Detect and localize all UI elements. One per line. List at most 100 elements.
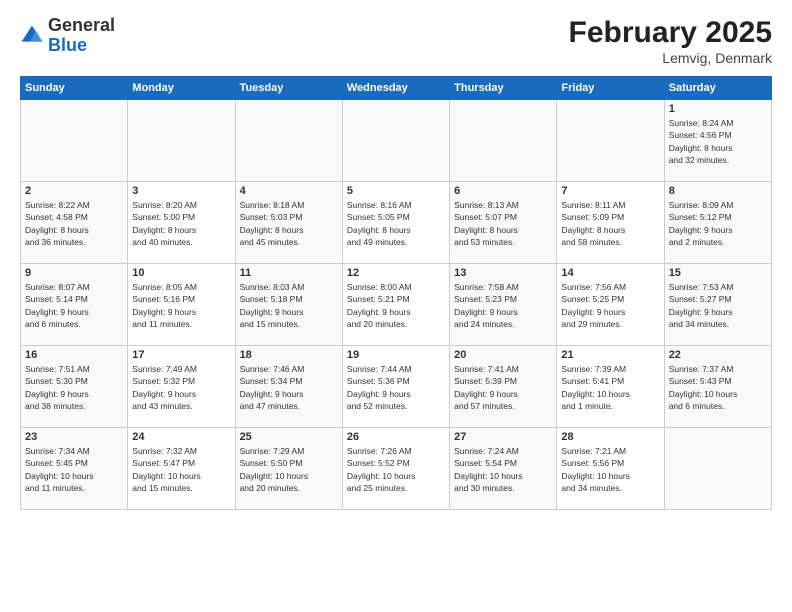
table-row: 26 Sunrise: 7:26 AM Sunset: 5:52 PM Dayli… bbox=[342, 428, 449, 510]
table-row: 18 Sunrise: 7:46 AM Sunset: 5:34 PM Dayli… bbox=[235, 346, 342, 428]
table-row: 11 Sunrise: 8:03 AM Sunset: 5:18 PM Dayli… bbox=[235, 264, 342, 346]
table-row: 21 Sunrise: 7:39 AM Sunset: 5:41 PM Dayli… bbox=[557, 346, 664, 428]
calendar-subtitle: Lemvig, Denmark bbox=[569, 50, 772, 66]
day-number: 17 bbox=[132, 349, 230, 361]
col-sunday: Sunday bbox=[21, 77, 128, 100]
col-monday: Monday bbox=[128, 77, 235, 100]
day-info: Sunrise: 7:39 AM Sunset: 5:41 PM Dayligh… bbox=[561, 363, 659, 412]
day-number: 12 bbox=[347, 267, 445, 279]
day-info: Sunrise: 7:29 AM Sunset: 5:50 PM Dayligh… bbox=[240, 445, 338, 494]
day-number: 5 bbox=[347, 185, 445, 197]
day-number: 28 bbox=[561, 431, 659, 443]
day-number: 26 bbox=[347, 431, 445, 443]
day-number: 21 bbox=[561, 349, 659, 361]
day-info: Sunrise: 7:51 AM Sunset: 5:30 PM Dayligh… bbox=[25, 363, 123, 412]
table-row: 3Sunrise: 8:20 AM Sunset: 5:00 PM Daylig… bbox=[128, 182, 235, 264]
day-number: 6 bbox=[454, 185, 552, 197]
logo: General Blue bbox=[20, 16, 115, 56]
table-row: 19 Sunrise: 7:44 AM Sunset: 5:36 PM Dayli… bbox=[342, 346, 449, 428]
day-info: Sunrise: 8:09 AM Sunset: 5:12 PM Dayligh… bbox=[669, 199, 767, 248]
day-info: Sunrise: 7:46 AM Sunset: 5:34 PM Dayligh… bbox=[240, 363, 338, 412]
day-number: 19 bbox=[347, 349, 445, 361]
table-row bbox=[21, 100, 128, 182]
day-info: Sunrise: 7:32 AM Sunset: 5:47 PM Dayligh… bbox=[132, 445, 230, 494]
table-row: 28 Sunrise: 7:21 AM Sunset: 5:56 PM Dayli… bbox=[557, 428, 664, 510]
day-info: Sunrise: 8:13 AM Sunset: 5:07 PM Dayligh… bbox=[454, 199, 552, 248]
day-number: 24 bbox=[132, 431, 230, 443]
day-info: Sunrise: 7:53 AM Sunset: 5:27 PM Dayligh… bbox=[669, 281, 767, 330]
day-info: Sunrise: 8:05 AM Sunset: 5:16 PM Dayligh… bbox=[132, 281, 230, 330]
day-number: 18 bbox=[240, 349, 338, 361]
calendar-title: February 2025 bbox=[569, 16, 772, 50]
day-info: Sunrise: 7:24 AM Sunset: 5:54 PM Dayligh… bbox=[454, 445, 552, 494]
table-row: 12Sunrise: 8:00 AM Sunset: 5:21 PM Dayli… bbox=[342, 264, 449, 346]
table-row bbox=[664, 428, 771, 510]
day-info: Sunrise: 8:24 AM Sunset: 4:56 PM Dayligh… bbox=[669, 117, 767, 166]
table-row: 7 Sunrise: 8:11 AM Sunset: 5:09 PM Daylig… bbox=[557, 182, 664, 264]
table-row: 22 Sunrise: 7:37 AM Sunset: 5:43 PM Dayli… bbox=[664, 346, 771, 428]
table-row: 20 Sunrise: 7:41 AM Sunset: 5:39 PM Dayli… bbox=[450, 346, 557, 428]
day-info: Sunrise: 8:03 AM Sunset: 5:18 PM Dayligh… bbox=[240, 281, 338, 330]
table-row: 10 Sunrise: 8:05 AM Sunset: 5:16 PM Dayli… bbox=[128, 264, 235, 346]
day-info: Sunrise: 7:44 AM Sunset: 5:36 PM Dayligh… bbox=[347, 363, 445, 412]
table-row: 14Sunrise: 7:56 AM Sunset: 5:25 PM Dayli… bbox=[557, 264, 664, 346]
table-row: 27 Sunrise: 7:24 AM Sunset: 5:54 PM Dayli… bbox=[450, 428, 557, 510]
day-number: 22 bbox=[669, 349, 767, 361]
day-number: 2 bbox=[25, 185, 123, 197]
table-row: 5 Sunrise: 8:16 AM Sunset: 5:05 PM Daylig… bbox=[342, 182, 449, 264]
col-thursday: Thursday bbox=[450, 77, 557, 100]
logo-blue-text: Blue bbox=[48, 36, 115, 56]
day-number: 8 bbox=[669, 185, 767, 197]
day-number: 15 bbox=[669, 267, 767, 279]
table-row: 1 Sunrise: 8:24 AM Sunset: 4:56 PM Daylig… bbox=[664, 100, 771, 182]
col-friday: Friday bbox=[557, 77, 664, 100]
logo-general-text: General bbox=[48, 16, 115, 36]
table-row bbox=[557, 100, 664, 182]
day-number: 23 bbox=[25, 431, 123, 443]
col-saturday: Saturday bbox=[664, 77, 771, 100]
table-row: 4Sunrise: 8:18 AM Sunset: 5:03 PM Daylig… bbox=[235, 182, 342, 264]
page: General Blue February 2025 Lemvig, Denma… bbox=[0, 0, 792, 612]
day-number: 27 bbox=[454, 431, 552, 443]
day-info: Sunrise: 7:21 AM Sunset: 5:56 PM Dayligh… bbox=[561, 445, 659, 494]
day-number: 3 bbox=[132, 185, 230, 197]
calendar-body: 1 Sunrise: 8:24 AM Sunset: 4:56 PM Daylig… bbox=[21, 100, 772, 510]
title-block: February 2025 Lemvig, Denmark bbox=[569, 16, 772, 66]
header: General Blue February 2025 Lemvig, Denma… bbox=[20, 16, 772, 66]
day-number: 7 bbox=[561, 185, 659, 197]
day-info: Sunrise: 7:56 AM Sunset: 5:25 PM Dayligh… bbox=[561, 281, 659, 330]
day-info: Sunrise: 8:16 AM Sunset: 5:05 PM Dayligh… bbox=[347, 199, 445, 248]
day-info: Sunrise: 7:34 AM Sunset: 5:45 PM Dayligh… bbox=[25, 445, 123, 494]
day-info: Sunrise: 7:37 AM Sunset: 5:43 PM Dayligh… bbox=[669, 363, 767, 412]
table-row: 2 Sunrise: 8:22 AM Sunset: 4:58 PM Daylig… bbox=[21, 182, 128, 264]
table-row bbox=[450, 100, 557, 182]
table-row: 13Sunrise: 7:58 AM Sunset: 5:23 PM Dayli… bbox=[450, 264, 557, 346]
day-number: 1 bbox=[669, 103, 767, 115]
day-info: Sunrise: 8:11 AM Sunset: 5:09 PM Dayligh… bbox=[561, 199, 659, 248]
table-row bbox=[342, 100, 449, 182]
day-info: Sunrise: 7:26 AM Sunset: 5:52 PM Dayligh… bbox=[347, 445, 445, 494]
day-number: 25 bbox=[240, 431, 338, 443]
table-row: 16Sunrise: 7:51 AM Sunset: 5:30 PM Dayli… bbox=[21, 346, 128, 428]
table-row: 15 Sunrise: 7:53 AM Sunset: 5:27 PM Dayli… bbox=[664, 264, 771, 346]
day-info: Sunrise: 8:07 AM Sunset: 5:14 PM Dayligh… bbox=[25, 281, 123, 330]
table-row: 8 Sunrise: 8:09 AM Sunset: 5:12 PM Daylig… bbox=[664, 182, 771, 264]
table-row: 25 Sunrise: 7:29 AM Sunset: 5:50 PM Dayli… bbox=[235, 428, 342, 510]
day-info: Sunrise: 7:41 AM Sunset: 5:39 PM Dayligh… bbox=[454, 363, 552, 412]
col-tuesday: Tuesday bbox=[235, 77, 342, 100]
day-info: Sunrise: 8:22 AM Sunset: 4:58 PM Dayligh… bbox=[25, 199, 123, 248]
table-row bbox=[128, 100, 235, 182]
table-row: 24 Sunrise: 7:32 AM Sunset: 5:47 PM Dayli… bbox=[128, 428, 235, 510]
day-info: Sunrise: 7:49 AM Sunset: 5:32 PM Dayligh… bbox=[132, 363, 230, 412]
table-row: 6 Sunrise: 8:13 AM Sunset: 5:07 PM Daylig… bbox=[450, 182, 557, 264]
col-wednesday: Wednesday bbox=[342, 77, 449, 100]
day-number: 9 bbox=[25, 267, 123, 279]
day-number: 10 bbox=[132, 267, 230, 279]
table-row: 17 Sunrise: 7:49 AM Sunset: 5:32 PM Dayli… bbox=[128, 346, 235, 428]
day-info: Sunrise: 7:58 AM Sunset: 5:23 PM Dayligh… bbox=[454, 281, 552, 330]
table-row: 9 Sunrise: 8:07 AM Sunset: 5:14 PM Daylig… bbox=[21, 264, 128, 346]
day-number: 20 bbox=[454, 349, 552, 361]
table-row bbox=[235, 100, 342, 182]
day-number: 11 bbox=[240, 267, 338, 279]
day-info: Sunrise: 8:18 AM Sunset: 5:03 PM Dayligh… bbox=[240, 199, 338, 248]
